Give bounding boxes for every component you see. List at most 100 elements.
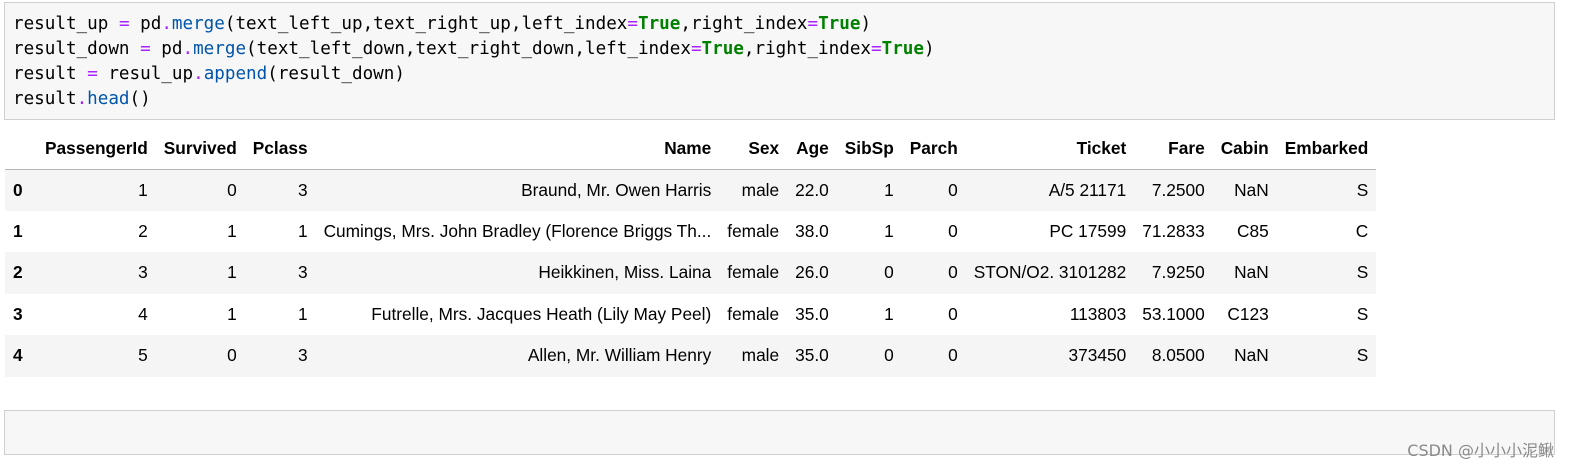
table-cell: 1 xyxy=(884,179,894,200)
code-text: resul_up xyxy=(97,64,194,84)
column-header: Age xyxy=(787,129,837,170)
table-cell: 0 xyxy=(227,345,237,366)
table-cell: 373450 xyxy=(1068,345,1127,366)
code-text: (text_left_up,text_right_up,left_index xyxy=(224,14,628,34)
row-index: 4 xyxy=(13,345,23,366)
table-cell: C85 xyxy=(1237,220,1269,241)
code-operator: = xyxy=(690,39,702,59)
table-cell: 3 xyxy=(297,179,308,200)
table-cell: 0 xyxy=(948,220,958,241)
code-line: result.head() xyxy=(13,89,151,109)
table-cell: C xyxy=(1355,220,1369,241)
table-cell: 38.0 xyxy=(795,220,829,241)
code-editor[interactable]: result_up = pd.merge(text_left_up,text_r… xyxy=(13,12,935,112)
table-cell: 1 xyxy=(297,220,308,241)
table-cell: NaN xyxy=(1234,345,1269,366)
code-function: append xyxy=(203,64,268,84)
table-cell: 3 xyxy=(297,345,308,366)
table-cell: 35.0 xyxy=(795,345,829,366)
table-cell: female xyxy=(727,303,780,324)
code-text: ) xyxy=(923,39,935,59)
table-cell: 0 xyxy=(948,262,958,283)
table-row: 3 4 1 1 Futrelle, Mrs. Jacques Heath (Lily M… xyxy=(5,293,1377,335)
code-keyword: True xyxy=(818,14,861,34)
table-row: 0 1 0 3 Braund, Mr. Owen Harris male 22.0 1 0 A/5… xyxy=(5,169,1377,211)
watermark: CSDN @小小小泥鳅 xyxy=(1407,441,1554,460)
table-cell: 7.2500 xyxy=(1151,179,1205,200)
table-cell: S xyxy=(1356,179,1369,200)
table-cell: 71.2833 xyxy=(1142,220,1205,241)
index-header xyxy=(5,129,37,170)
code-operator: = xyxy=(627,14,638,34)
table-cell: 0 xyxy=(948,179,958,200)
table-cell: 5 xyxy=(138,345,148,366)
table-header-row: PassengerId Survived Pclass Name Sex Age SibSp… xyxy=(5,129,1377,170)
code-operator: = xyxy=(140,39,151,59)
table-cell: 1 xyxy=(884,303,894,324)
table-cell: 0 xyxy=(948,303,958,324)
table-cell: male xyxy=(741,179,780,200)
code-text: pd xyxy=(150,39,183,59)
code-text: pd xyxy=(129,14,162,34)
code-text: result xyxy=(13,64,88,84)
table-row: 4 5 0 3 Allen, Mr. William Henry male 35.0 0 0 37… xyxy=(5,335,1377,377)
table-cell: Futrelle, Mrs. Jacques Heath (Lily May P… xyxy=(371,303,712,324)
table-cell: male xyxy=(741,345,780,366)
table-cell: 53.1000 xyxy=(1142,303,1205,324)
table-cell: S xyxy=(1356,262,1369,283)
code-operator: = xyxy=(87,64,98,84)
table-cell: 1 xyxy=(227,262,237,283)
table-cell: female xyxy=(727,220,780,241)
code-operator: = xyxy=(871,39,882,59)
code-function: merge xyxy=(193,39,247,59)
code-keyword: True xyxy=(881,39,924,59)
table-cell: 26.0 xyxy=(795,262,829,283)
column-header: Survived xyxy=(155,129,245,170)
row-index: 2 xyxy=(13,262,23,283)
code-text: result_up xyxy=(13,14,119,34)
table-cell: 0 xyxy=(948,345,958,366)
table-cell: 113803 xyxy=(1069,303,1127,324)
code-function: merge xyxy=(171,14,225,34)
code-text: result xyxy=(13,89,77,109)
table-cell: Cumings, Mrs. John Bradley (Florence Bri… xyxy=(323,220,712,241)
column-header: Embarked xyxy=(1276,129,1377,170)
code-operator: . xyxy=(193,64,204,84)
table-cell: Allen, Mr. William Henry xyxy=(527,345,712,366)
table-cell: 8.0500 xyxy=(1151,345,1205,366)
table-cell: 0 xyxy=(227,179,237,200)
table-cell: STON/O2. 3101282 xyxy=(973,262,1127,283)
code-line: result = resul_up.append(result_down) xyxy=(13,64,405,84)
table-row: 2 3 1 3 Heikkinen, Miss. Laina female 26.0 0 0 ST… xyxy=(5,252,1377,294)
code-operator: . xyxy=(161,14,172,34)
table-cell: 22.0 xyxy=(795,179,829,200)
table-cell: 7.9250 xyxy=(1151,262,1205,283)
table-cell: 35.0 xyxy=(795,303,829,324)
table-cell: 1 xyxy=(227,303,237,324)
code-line: result_up = pd.merge(text_left_up,text_r… xyxy=(13,14,871,34)
code-cell[interactable]: result_up = pd.merge(text_left_up,text_r… xyxy=(4,2,1555,120)
code-operator: . xyxy=(76,89,88,109)
table-cell: Heikkinen, Miss. Laina xyxy=(538,262,712,283)
row-index: 1 xyxy=(13,220,23,241)
code-text: result_down xyxy=(13,39,141,59)
code-text: ) xyxy=(860,14,872,34)
table-cell: 3 xyxy=(297,262,308,283)
code-line: result_down = pd.merge(text_left_down,te… xyxy=(13,39,935,59)
table-cell: S xyxy=(1356,303,1369,324)
column-header: Fare xyxy=(1134,129,1213,170)
output-area: PassengerId Survived Pclass Name Sex Age SibSp… xyxy=(5,129,1377,377)
code-operator: . xyxy=(182,39,194,59)
column-header: Ticket xyxy=(965,129,1135,170)
table-cell: S xyxy=(1356,345,1369,366)
column-header: SibSp xyxy=(836,129,902,170)
code-function: head xyxy=(87,89,130,109)
table-row: 1 2 1 1 Cumings, Mrs. John Bradley (Florence… xyxy=(5,210,1377,252)
row-index: 0 xyxy=(13,179,23,200)
column-header: Sex xyxy=(719,129,788,170)
empty-code-cell[interactable] xyxy=(4,410,1555,455)
code-operator: = xyxy=(807,14,819,34)
table-cell: female xyxy=(727,262,780,283)
table-cell: 4 xyxy=(138,303,148,324)
table-cell: Braund, Mr. Owen Harris xyxy=(521,179,712,200)
